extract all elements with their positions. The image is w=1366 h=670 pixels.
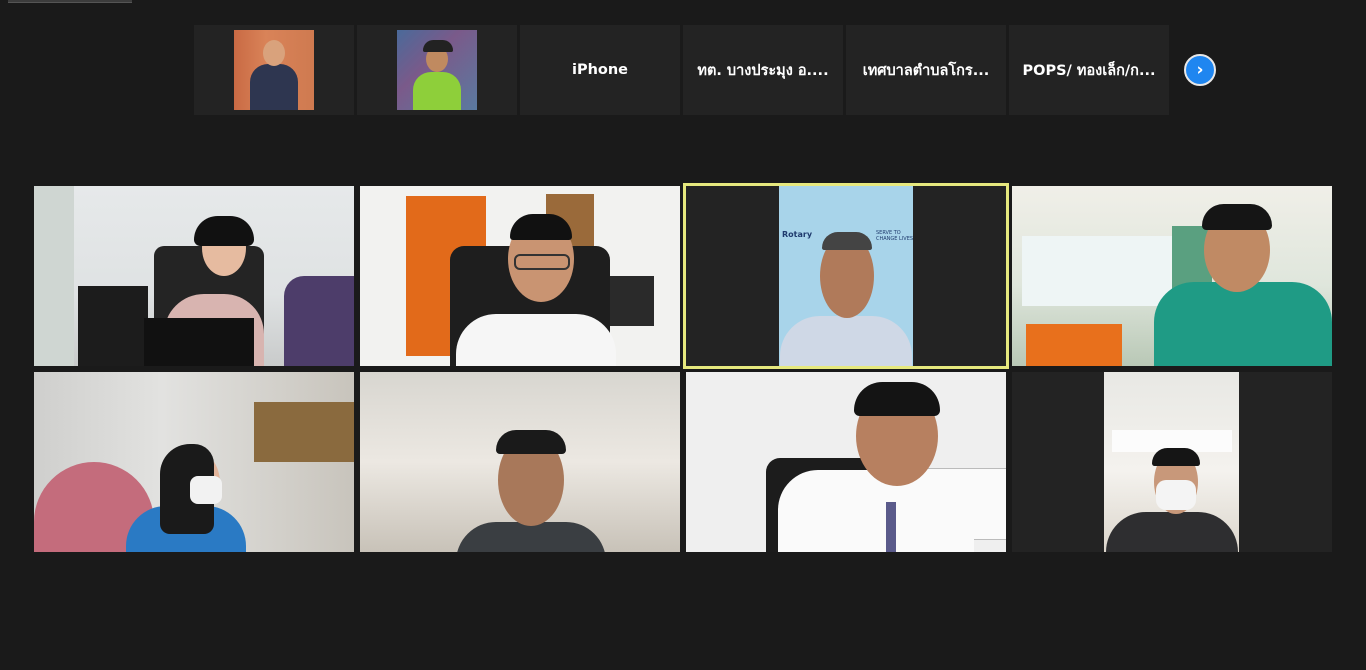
participant-name: เทศบาลตำบลโกร... [862, 62, 990, 79]
participant-avatar [234, 30, 314, 110]
window-edge [8, 0, 132, 3]
participant-avatar [397, 30, 477, 110]
strip-tile-5[interactable]: เทศบาลตำบลโกร... [846, 25, 1006, 115]
strip-tile-2[interactable] [357, 25, 517, 115]
participant-name: iPhone [571, 62, 629, 78]
video-tile-4[interactable] [1012, 186, 1332, 366]
strip-tile-4[interactable]: ทต. บางประมุง อ.... [683, 25, 843, 115]
chevron-right-icon: › [1196, 59, 1204, 80]
video-grid: Rotary SERVE TO CHANGE LIVES [34, 183, 1332, 552]
video-tile-8[interactable] [1012, 372, 1332, 552]
strip-tile-6[interactable]: POPS/ ทองเล็ก/ก... [1009, 25, 1169, 115]
video-tile-6[interactable] [360, 372, 680, 552]
video-tile-1[interactable] [34, 186, 354, 366]
strip-tile-1[interactable] [194, 25, 354, 115]
video-tile-3-active-speaker[interactable]: Rotary SERVE TO CHANGE LIVES [683, 183, 1009, 369]
strip-tile-3[interactable]: iPhone [520, 25, 680, 115]
participant-name: ทต. บางประมุง อ.... [697, 62, 829, 79]
next-page-button[interactable]: › [1184, 54, 1216, 86]
participant-name: POPS/ ทองเล็ก/ก... [1022, 62, 1156, 79]
participant-strip: iPhone ทต. บางประมุง อ.... เทศบาลตำบลโกร… [194, 25, 1169, 115]
video-tile-2[interactable] [360, 186, 680, 366]
video-tile-5[interactable] [34, 372, 354, 552]
video-tile-7[interactable] [686, 372, 1006, 552]
